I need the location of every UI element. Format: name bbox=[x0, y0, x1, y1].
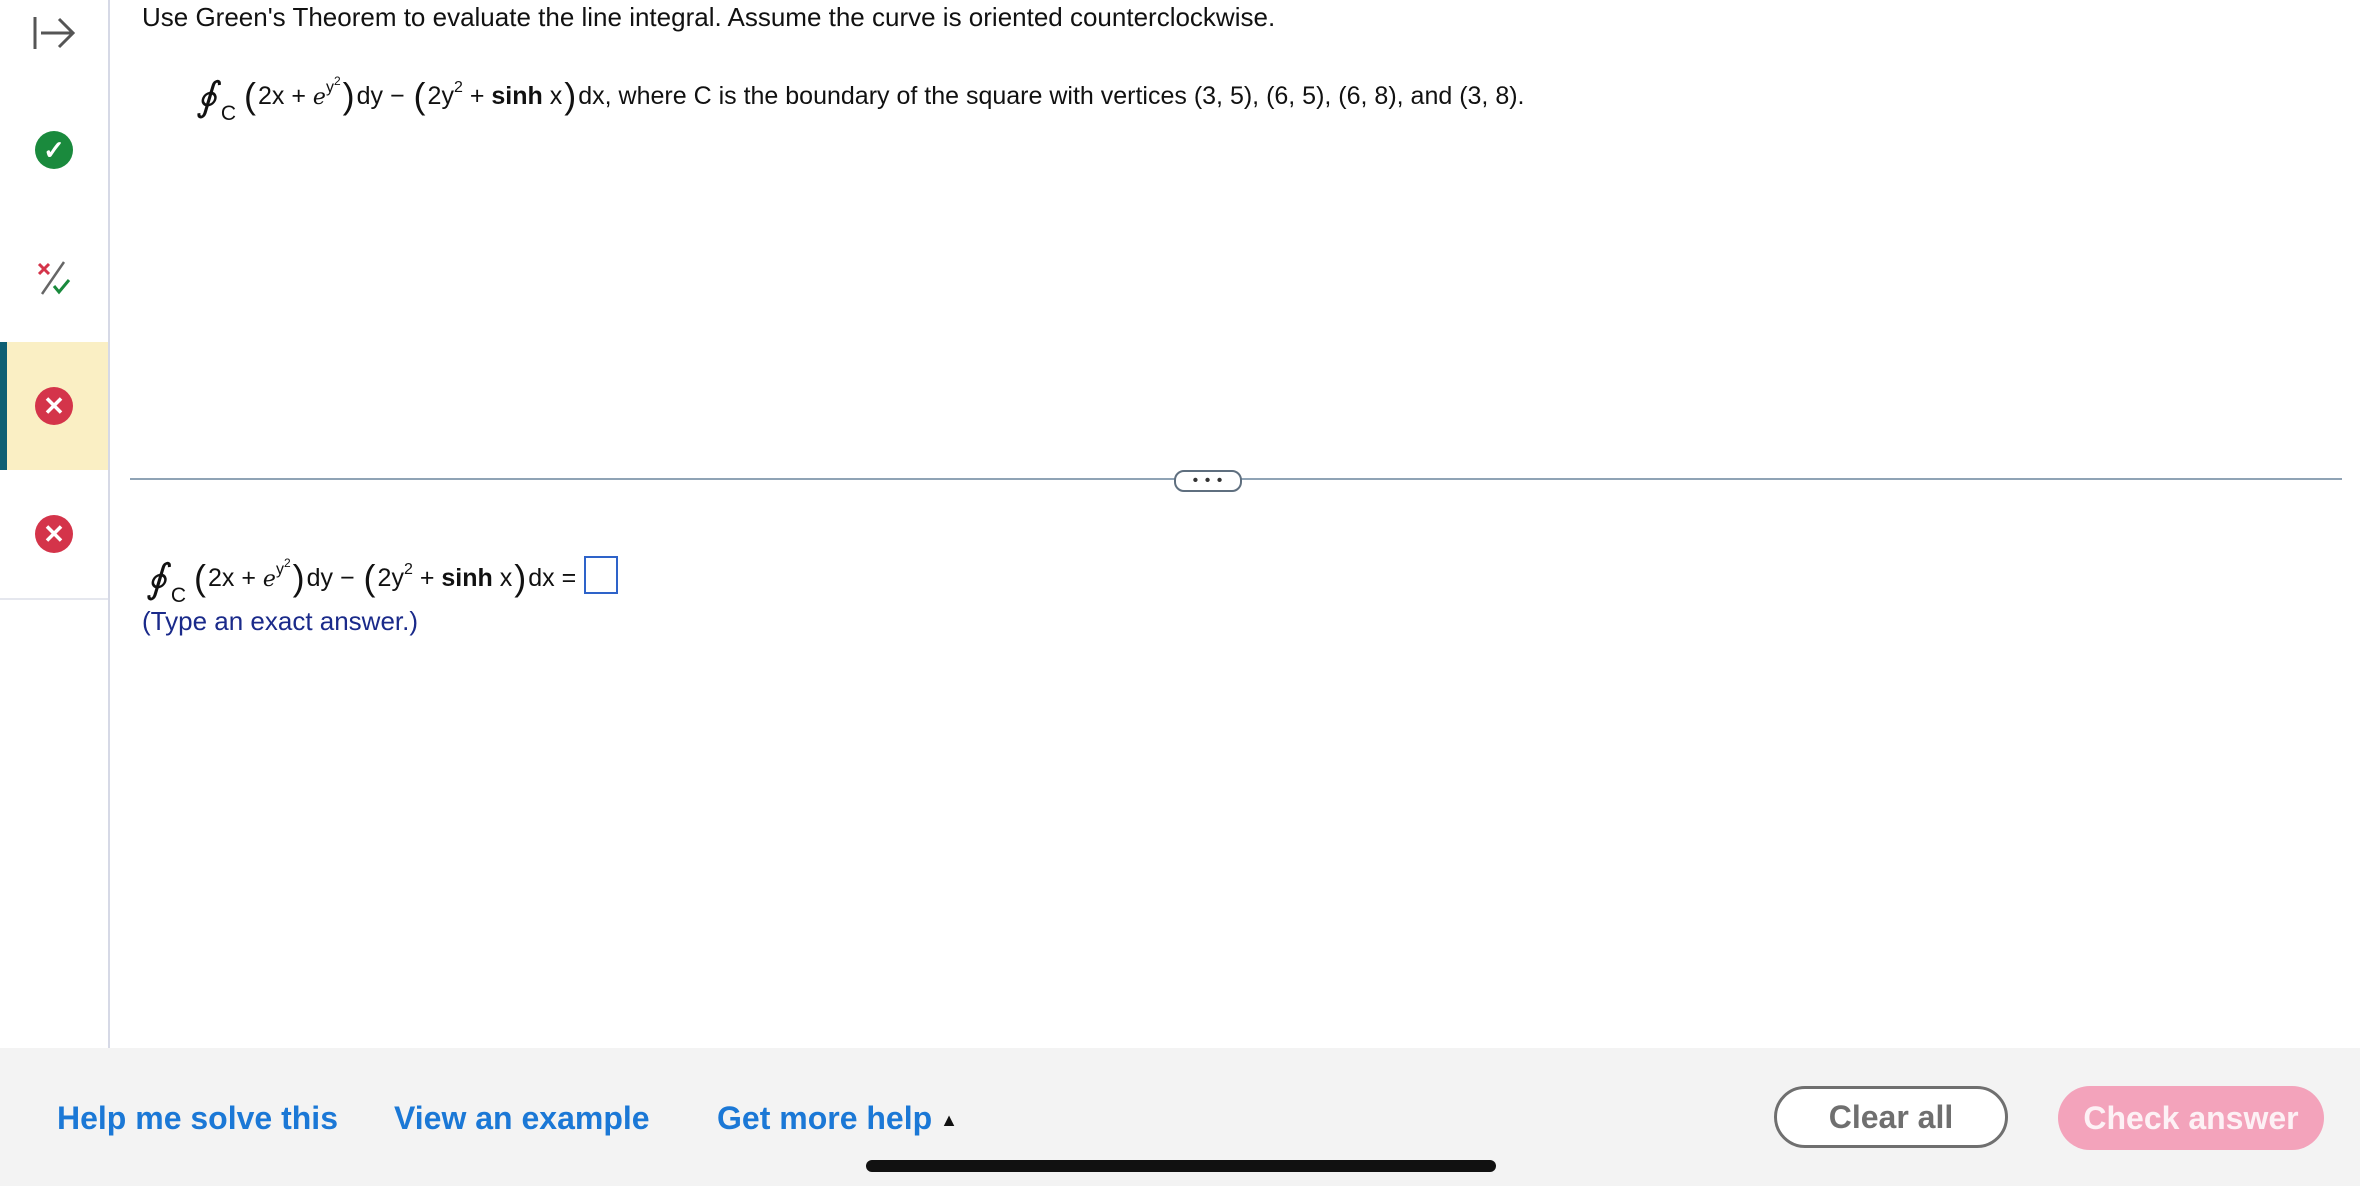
paren-open: ( bbox=[194, 557, 207, 598]
term-dx-equals: dx = bbox=[528, 564, 577, 592]
partially-correct-icon bbox=[37, 261, 71, 295]
integral-subscript: C bbox=[170, 584, 187, 607]
answer-expression: ∮ C ( 2x + ey2 ) dy − ( 2y 2 + sinh x ) d… bbox=[146, 548, 619, 607]
term-2y: 2y bbox=[427, 82, 454, 110]
term-plus: + bbox=[469, 82, 485, 110]
question-prompt: Use Green's Theorem to evaluate the line… bbox=[142, 2, 1276, 32]
term-2x: 2x + bbox=[208, 564, 256, 592]
exp-sq: 2 bbox=[283, 556, 291, 570]
sidebar-question-4[interactable]: ✕ bbox=[0, 470, 108, 600]
caret-up-icon: ▲ bbox=[940, 1110, 958, 1130]
term-sinh: sinh bbox=[491, 82, 543, 110]
sidebar-question-3-selected[interactable]: ✕ bbox=[0, 342, 108, 470]
paren-open: ( bbox=[244, 75, 257, 116]
clear-all-button[interactable]: Clear all bbox=[1774, 1086, 2008, 1148]
paren-close: ) bbox=[564, 75, 577, 116]
question-sidebar: ✓ ✕ ✕ bbox=[0, 0, 110, 1048]
answer-input[interactable] bbox=[584, 556, 619, 594]
term-sinh: sinh bbox=[441, 564, 493, 592]
expand-arrow-icon bbox=[33, 17, 76, 49]
home-indicator bbox=[866, 1160, 1496, 1172]
incorrect-x-icon: ✕ bbox=[35, 387, 73, 425]
sidebar-question-1[interactable]: ✓ bbox=[0, 86, 108, 214]
integral-subscript: C bbox=[220, 102, 237, 125]
term-plus: + bbox=[419, 564, 435, 592]
answer-hint: (Type an exact answer.) bbox=[142, 606, 419, 636]
term-dy: dy − bbox=[306, 564, 355, 592]
expand-sidebar-button[interactable] bbox=[0, 0, 108, 66]
term-e: e bbox=[312, 85, 326, 110]
paren-close: ) bbox=[514, 557, 527, 598]
help-me-solve-link[interactable]: Help me solve this bbox=[57, 1100, 338, 1137]
term-x: x bbox=[499, 564, 513, 592]
term-2x: 2x + bbox=[258, 82, 306, 110]
term-2y: 2y bbox=[377, 564, 404, 592]
term-e: e bbox=[262, 567, 276, 592]
term-x: x bbox=[549, 82, 563, 110]
paren-open: ( bbox=[363, 557, 376, 598]
correct-check-icon: ✓ bbox=[35, 131, 73, 169]
term-dy: dy − bbox=[356, 82, 405, 110]
incorrect-x-icon: ✕ bbox=[35, 515, 73, 553]
question-tail: dx, where C is the boundary of the squar… bbox=[578, 82, 1525, 110]
paren-close: ) bbox=[342, 75, 355, 116]
check-answer-button[interactable]: Check answer bbox=[2058, 1086, 2324, 1150]
exp-y: y bbox=[275, 561, 284, 578]
get-more-help-label: Get more help bbox=[717, 1100, 933, 1136]
sidebar-question-2[interactable] bbox=[0, 214, 108, 342]
exp-2: 2 bbox=[453, 79, 463, 96]
exp-2: 2 bbox=[403, 561, 413, 578]
exp-y: y bbox=[325, 79, 334, 96]
view-example-link[interactable]: View an example bbox=[394, 1100, 650, 1137]
divider-drag-handle[interactable]: • • • bbox=[1174, 470, 1242, 492]
paren-close: ) bbox=[292, 557, 305, 598]
exp-sq: 2 bbox=[333, 74, 341, 88]
paren-open: ( bbox=[413, 75, 426, 116]
contour-integral-symbol: ∮ bbox=[196, 74, 217, 120]
contour-integral-symbol: ∮ bbox=[146, 556, 167, 602]
integral-expression: ∮ C ( 2x + ey2 ) dy − ( 2y 2 + sinh x ) d… bbox=[196, 68, 1525, 125]
get-more-help-link[interactable]: Get more help ▲ bbox=[717, 1100, 958, 1137]
